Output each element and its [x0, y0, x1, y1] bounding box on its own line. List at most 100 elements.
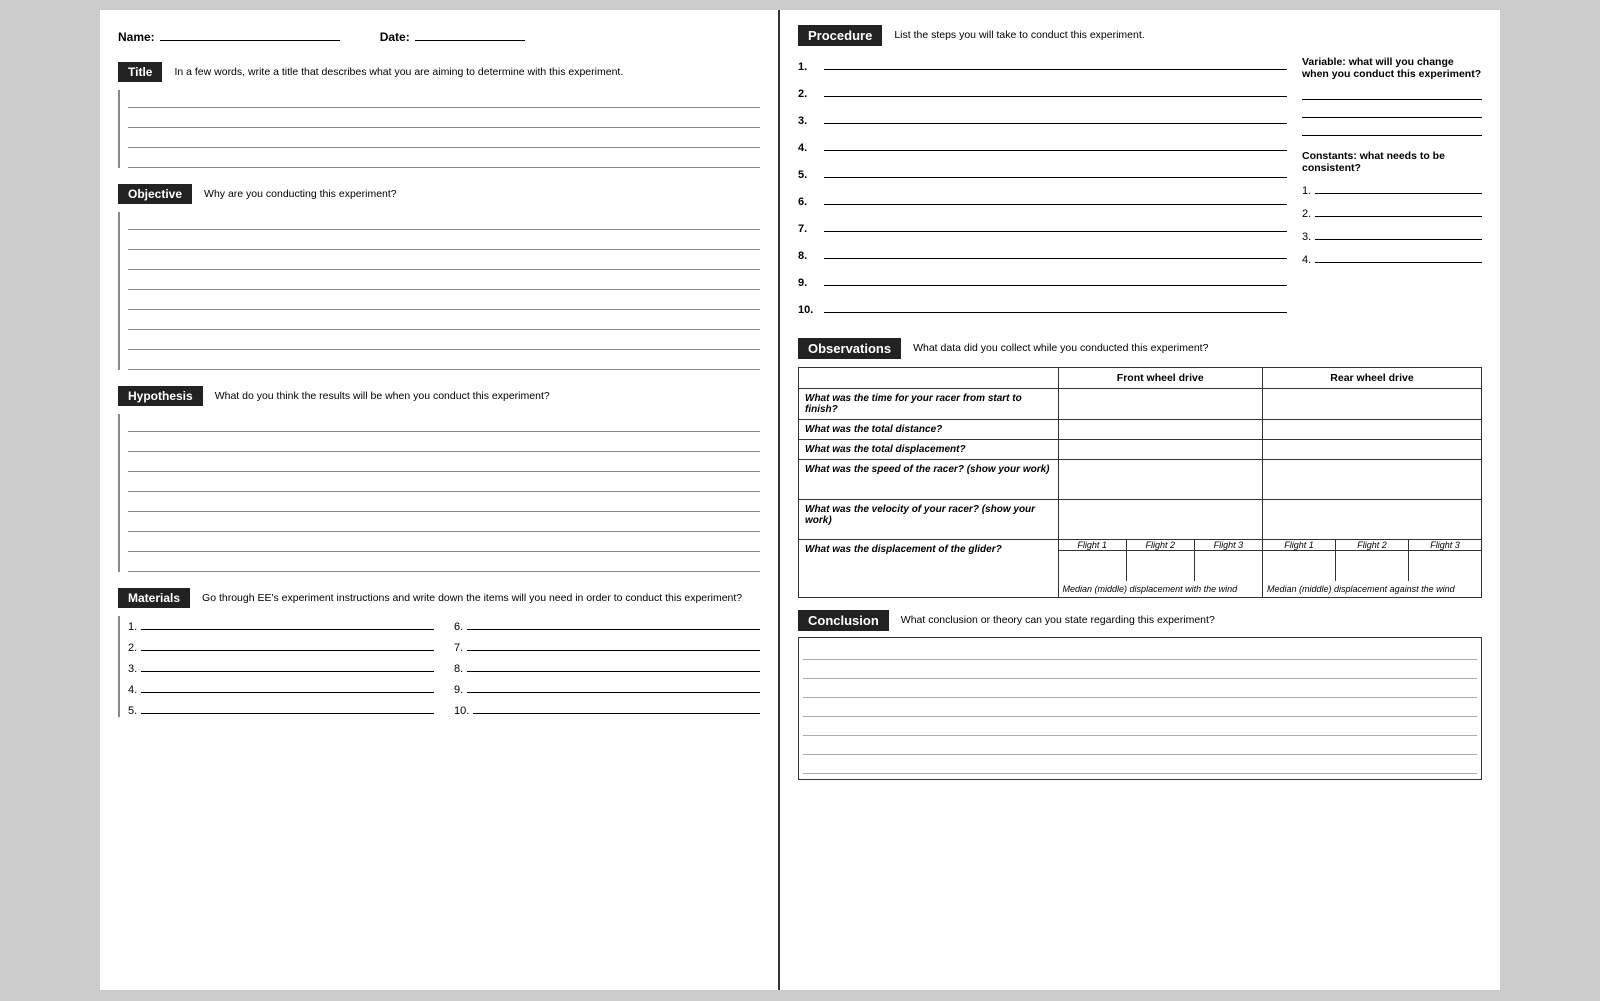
writing-line[interactable]	[128, 494, 760, 512]
writing-line[interactable]	[128, 414, 760, 432]
writing-line[interactable]	[128, 352, 760, 370]
materials-input-1[interactable]	[141, 616, 434, 630]
obs-front-1[interactable]	[1058, 389, 1262, 420]
objective-badge: Objective	[118, 184, 192, 204]
materials-badge: Materials	[118, 588, 190, 608]
materials-instruction: Go through EE's experiment instructions …	[202, 588, 742, 606]
writing-line[interactable]	[128, 252, 760, 270]
writing-line[interactable]	[128, 554, 760, 572]
writing-line[interactable]	[128, 534, 760, 552]
name-input-line[interactable]	[160, 40, 340, 41]
materials-input-10[interactable]	[473, 700, 760, 714]
step-num-1: 1.	[798, 61, 818, 73]
objective-section-header: Objective Why are you conducting this ex…	[118, 184, 760, 204]
var-input-3[interactable]	[1302, 122, 1482, 136]
obs-rear-4[interactable]	[1263, 460, 1482, 500]
const-input-2[interactable]	[1315, 203, 1482, 217]
materials-input-9[interactable]	[467, 679, 760, 693]
conclusion-badge: Conclusion	[798, 610, 889, 631]
materials-input-3[interactable]	[141, 658, 434, 672]
step-num-7: 7.	[798, 223, 818, 235]
var-input-1[interactable]	[1302, 86, 1482, 100]
materials-input-4[interactable]	[141, 679, 434, 693]
writing-line[interactable]	[128, 90, 760, 108]
const-input-4[interactable]	[1315, 249, 1482, 263]
observations-header: Observations What data did you collect w…	[798, 338, 1482, 359]
conclusion-line[interactable]	[803, 699, 1477, 717]
obs-rear-1[interactable]	[1263, 389, 1482, 420]
observations-badge: Observations	[798, 338, 901, 359]
step-input-4[interactable]	[824, 137, 1287, 151]
materials-num-9: 9.	[454, 684, 463, 696]
const-input-3[interactable]	[1315, 226, 1482, 240]
step-input-2[interactable]	[824, 83, 1287, 97]
materials-input-7[interactable]	[467, 637, 760, 651]
conclusion-line[interactable]	[803, 737, 1477, 755]
step-num-9: 9.	[798, 277, 818, 289]
obs-glider-front: Flight 1 Flight 2 Flight 3 Median (middl…	[1058, 540, 1262, 598]
obs-rear-3[interactable]	[1263, 440, 1482, 460]
glider-front-f2[interactable]	[1127, 551, 1195, 581]
conclusion-line[interactable]	[803, 680, 1477, 698]
writing-line[interactable]	[128, 434, 760, 452]
writing-line[interactable]	[128, 110, 760, 128]
writing-line[interactable]	[128, 232, 760, 250]
flight-r2: Flight 2	[1336, 540, 1409, 550]
materials-num-4: 4.	[128, 684, 137, 696]
step-num-2: 2.	[798, 88, 818, 100]
step-input-5[interactable]	[824, 164, 1287, 178]
step-input-8[interactable]	[824, 245, 1287, 259]
conclusion-line[interactable]	[803, 642, 1477, 660]
obs-label-2: What was the total distance?	[799, 420, 1059, 440]
writing-line[interactable]	[128, 212, 760, 230]
writing-line[interactable]	[128, 332, 760, 350]
obs-front-2[interactable]	[1058, 420, 1262, 440]
observations-instruction: What data did you collect while you cond…	[913, 338, 1208, 356]
glider-rear-f2[interactable]	[1336, 551, 1409, 581]
step-input-3[interactable]	[824, 110, 1287, 124]
step-input-1[interactable]	[824, 56, 1287, 70]
writing-line[interactable]	[128, 514, 760, 532]
glider-rear-f1[interactable]	[1263, 551, 1336, 581]
objective-writing-lines	[118, 212, 760, 370]
writing-line[interactable]	[128, 292, 760, 310]
materials-item-8: 8.	[454, 658, 760, 675]
right-panel: Procedure List the steps you will take t…	[780, 10, 1500, 990]
materials-input-2[interactable]	[141, 637, 434, 651]
flight-f1: Flight 1	[1059, 540, 1127, 550]
materials-input-8[interactable]	[467, 658, 760, 672]
step-input-10[interactable]	[824, 299, 1287, 313]
materials-input-5[interactable]	[141, 700, 434, 714]
writing-line[interactable]	[128, 312, 760, 330]
date-input-line[interactable]	[415, 40, 525, 41]
step-input-6[interactable]	[824, 191, 1287, 205]
obs-front-4[interactable]	[1058, 460, 1262, 500]
const-num-4: 4.	[1302, 254, 1311, 266]
conclusion-line[interactable]	[803, 718, 1477, 736]
writing-line[interactable]	[128, 272, 760, 290]
var-input-2[interactable]	[1302, 104, 1482, 118]
obs-front-5[interactable]	[1058, 500, 1262, 540]
step-input-7[interactable]	[824, 218, 1287, 232]
writing-line[interactable]	[128, 150, 760, 168]
materials-input-6[interactable]	[467, 616, 760, 630]
writing-line[interactable]	[128, 454, 760, 472]
obs-rear-5[interactable]	[1263, 500, 1482, 540]
title-badge: Title	[118, 62, 162, 82]
procedure-step-2: 2.	[798, 83, 1287, 100]
conclusion-line[interactable]	[803, 756, 1477, 774]
procedure-step-5: 5.	[798, 164, 1287, 181]
glider-front-f3[interactable]	[1195, 551, 1262, 581]
glider-rear-f3[interactable]	[1409, 551, 1481, 581]
title-writing-lines	[118, 90, 760, 168]
writing-line[interactable]	[128, 474, 760, 492]
const-input-1[interactable]	[1315, 180, 1482, 194]
writing-line[interactable]	[128, 130, 760, 148]
conclusion-line[interactable]	[803, 661, 1477, 679]
obs-label-3: What was the total displacement?	[799, 440, 1059, 460]
name-date-row: Name: Date:	[118, 30, 760, 44]
step-input-9[interactable]	[824, 272, 1287, 286]
glider-front-f1[interactable]	[1059, 551, 1127, 581]
obs-front-3[interactable]	[1058, 440, 1262, 460]
obs-rear-2[interactable]	[1263, 420, 1482, 440]
